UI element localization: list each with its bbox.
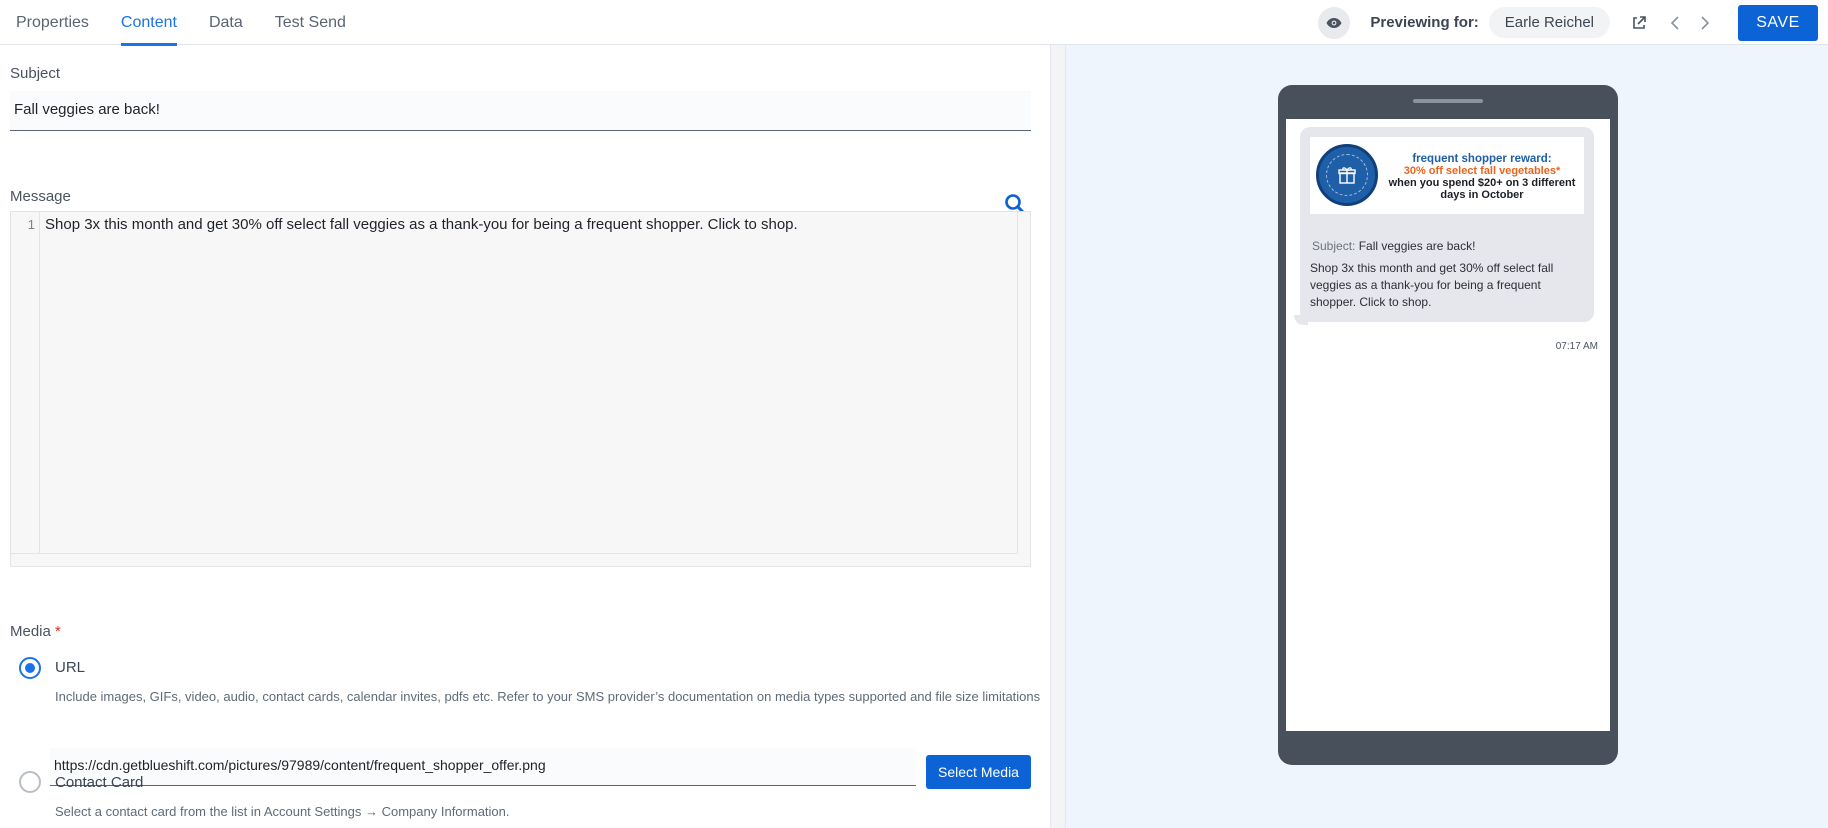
url-radio[interactable] (19, 657, 41, 679)
offer-line-3: when you spend $20+ on 3 different days … (1388, 177, 1576, 201)
tab-test-send[interactable]: Test Send (259, 0, 362, 45)
preview-user-selector[interactable]: Earle Reichel (1488, 7, 1610, 38)
offer-text: frequent shopper reward: 30% off select … (1384, 153, 1580, 201)
tab-content[interactable]: Content (105, 0, 193, 46)
eye-icon[interactable] (1318, 6, 1351, 39)
pane-splitter[interactable] (1050, 45, 1066, 828)
subject-input[interactable]: Fall veggies are back! (10, 91, 1031, 131)
line-number-gutter: 1 (11, 212, 40, 554)
media-image: frequent shopper reward: 30% off select … (1310, 137, 1584, 214)
tab-data[interactable]: Data (193, 0, 259, 45)
contact-card-radio[interactable] (19, 771, 41, 793)
message-text-line[interactable]: Shop 3x this month and get 30% off selec… (45, 216, 798, 233)
preview-pane: frequent shopper reward: 30% off select … (1066, 45, 1828, 828)
save-button[interactable]: SAVE (1738, 4, 1818, 41)
phone-speaker (1413, 99, 1483, 103)
tab-bar: Properties Content Data Test Send (0, 0, 362, 46)
chevron-right-icon[interactable] (1690, 8, 1720, 38)
tab-properties[interactable]: Properties (0, 0, 105, 45)
url-help-text: Include images, GIFs, video, audio, cont… (55, 689, 1041, 704)
preview-subject-key: Subject: (1312, 239, 1356, 253)
content-editor: Subject Fall veggies are back! Message 1… (0, 45, 1050, 828)
preview-subject-value: Fall veggies are back! (1358, 239, 1476, 253)
media-label-text: Media (10, 623, 51, 640)
preview-subject: Subject: Fall veggies are back! (1312, 239, 1475, 253)
external-link-icon[interactable] (1624, 8, 1654, 38)
phone-screen: frequent shopper reward: 30% off select … (1286, 119, 1610, 731)
message-bubble: frequent shopper reward: 30% off select … (1300, 127, 1594, 322)
bubble-tail (1294, 315, 1308, 325)
media-url-input[interactable]: https://cdn.getblueshift.com/pictures/97… (50, 748, 916, 786)
message-timestamp: 07:17 AM (1555, 341, 1598, 352)
reward-badge-icon (1316, 144, 1378, 206)
preview-controls: Previewing for: Earle Reichel SAVE (1318, 0, 1828, 45)
media-label: Media * (10, 623, 61, 640)
top-bar: Properties Content Data Test Send Previe… (0, 0, 1828, 46)
contact-card-help-text: Select a contact card from the list in A… (55, 804, 510, 819)
message-label: Message (10, 188, 71, 205)
offer-line-2: 30% off select fall vegetables* (1403, 165, 1561, 177)
message-code-editor[interactable]: 1 Shop 3x this month and get 30% off sel… (10, 211, 1031, 567)
select-media-button[interactable]: Select Media (926, 755, 1031, 789)
editor-area[interactable]: 1 Shop 3x this month and get 30% off sel… (11, 212, 1018, 554)
preview-message-body: Shop 3x this month and get 30% off selec… (1310, 261, 1554, 309)
offer-line-1: frequent shopper reward: (1412, 153, 1552, 165)
phone-frame: frequent shopper reward: 30% off select … (1278, 85, 1618, 765)
subject-label: Subject (10, 65, 61, 82)
previewing-for-label: Previewing for: (1370, 14, 1479, 31)
chevron-left-icon[interactable] (1660, 8, 1690, 38)
url-radio-label[interactable]: URL (55, 659, 85, 676)
contact-card-radio-label[interactable]: Contact Card (55, 774, 143, 791)
required-mark: * (55, 623, 61, 640)
